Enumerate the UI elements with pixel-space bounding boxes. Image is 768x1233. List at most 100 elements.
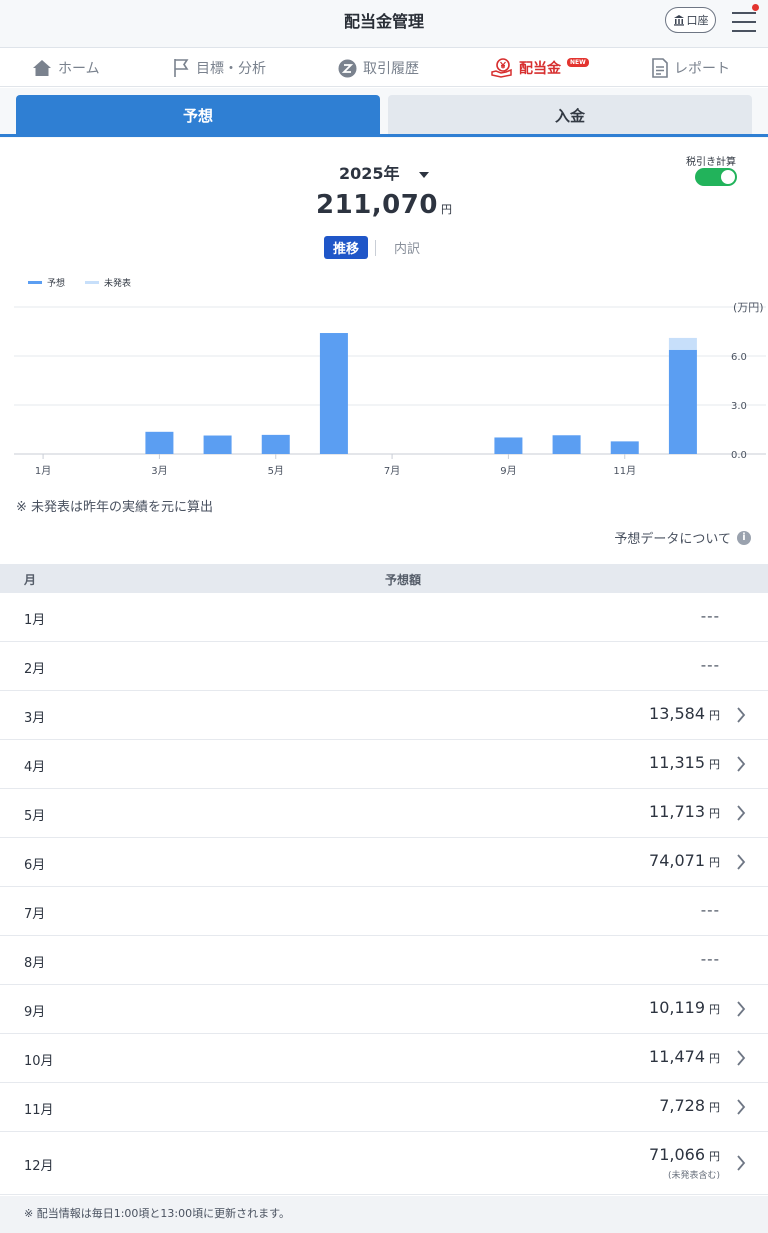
new-badge: NEW xyxy=(567,57,589,67)
view-toggle: 推移 内訳 xyxy=(324,236,420,259)
about-forecast-link[interactable]: 予想データについて i xyxy=(614,528,751,547)
history-icon xyxy=(338,59,357,77)
flag-icon xyxy=(174,59,189,77)
legend-label-unannounced: 未発表 xyxy=(104,279,132,289)
tabs-underline xyxy=(0,134,768,137)
row-amount-empty: --- xyxy=(700,607,720,625)
nav-item-home[interactable]: ホーム xyxy=(32,49,100,87)
row-amount: 10,119 円 xyxy=(649,998,720,1017)
row-amount-unit: 円 xyxy=(709,758,720,771)
nav-label-report: レポート xyxy=(674,61,730,77)
caret-down-icon xyxy=(419,171,430,178)
row-amount: 13,584 円 xyxy=(649,704,720,723)
row-amount-value: 13,584 xyxy=(649,704,705,723)
tab-deposit[interactable]: 入金 xyxy=(388,95,752,135)
row-month: 11月 xyxy=(24,1103,54,1118)
row-amount-unit: 円 xyxy=(709,1003,720,1016)
row-month: 3月 xyxy=(24,711,46,726)
forecast-table: 1月 --- 2月 --- 3月 13,584 円 4月 11,315 円 5月 11,713 円 6月 7… xyxy=(0,593,768,1195)
chevron-right-icon xyxy=(737,707,746,723)
nav-label-history: 取引履歴 xyxy=(363,61,419,77)
dividend-bar-chart: 0.0 3.0 6.0 (万円) 1月 3月 5月 7月 9月 11月 xyxy=(14,301,766,477)
nav-item-report[interactable]: レポート xyxy=(652,49,730,87)
row-amount-unit: 円 xyxy=(709,1150,720,1163)
row-amount-value: 7,728 xyxy=(659,1096,705,1115)
table-row: 8月 --- xyxy=(0,936,768,985)
row-amount-empty: --- xyxy=(700,950,720,968)
nav-item-history[interactable]: 取引履歴 xyxy=(338,49,419,87)
view-trend-button[interactable]: 推移 xyxy=(324,236,369,259)
nav-item-dividend[interactable]: 配当金 NEW xyxy=(491,49,589,87)
row-amount-value: 71,066 xyxy=(649,1145,705,1164)
table-row[interactable]: 4月 11,315 円 xyxy=(0,740,768,789)
table-row[interactable]: 3月 13,584 円 xyxy=(0,691,768,740)
x-tick-label: 5月 xyxy=(268,465,284,477)
table-row[interactable]: 12月 71,066 円 (未発表含む) xyxy=(0,1132,768,1195)
table-row: 2月 --- xyxy=(0,642,768,691)
chevron-right-icon xyxy=(737,1155,746,1171)
forecast-deposit-tabs: 予想 入金 xyxy=(0,88,768,138)
update-footer-note: ※ 配当情報は毎日1:00頃と13:00頃に更新されます。 xyxy=(0,1196,768,1233)
account-button[interactable]: 口座 xyxy=(665,7,716,33)
nav-item-goals[interactable]: 目標・分析 xyxy=(172,49,266,87)
y-tick-label: 6.0 xyxy=(731,352,747,363)
chevron-right-icon xyxy=(737,1001,746,1017)
row-month: 5月 xyxy=(24,809,46,824)
view-breakdown-button[interactable]: 内訳 xyxy=(394,238,420,257)
x-tick-label: 11月 xyxy=(613,465,636,477)
row-amount-unit: 円 xyxy=(709,709,720,722)
legend-label-forecast: 予想 xyxy=(47,279,66,289)
row-amount: 11,713 円 xyxy=(649,802,720,821)
column-header-month: 月 xyxy=(24,573,37,587)
row-month: 7月 xyxy=(24,907,46,922)
table-header: 月 予想額 xyxy=(0,564,768,593)
y-tick-label: 0.0 xyxy=(731,450,747,461)
row-amount: 7,728 円 xyxy=(659,1096,720,1115)
table-row[interactable]: 11月 7,728 円 xyxy=(0,1083,768,1132)
bar-forecast xyxy=(203,435,232,454)
table-row[interactable]: 10月 11,474 円 xyxy=(0,1034,768,1083)
row-amount: 11,474 円 xyxy=(649,1047,720,1066)
legend-swatch-forecast xyxy=(28,281,42,284)
chevron-right-icon xyxy=(737,1050,746,1066)
x-tick-label: 3月 xyxy=(151,465,167,477)
table-row[interactable]: 6月 74,071 円 xyxy=(0,838,768,887)
account-label: 口座 xyxy=(686,14,709,27)
row-amount-value: 74,071 xyxy=(649,851,705,870)
view-separator xyxy=(375,239,377,256)
row-month: 10月 xyxy=(24,1054,54,1069)
tab-forecast[interactable]: 予想 xyxy=(16,95,380,135)
x-tick-label: 7月 xyxy=(384,465,400,477)
chevron-right-icon xyxy=(737,854,746,870)
chart-legend: 予想 未発表 xyxy=(28,276,131,289)
page-title: 配当金管理 xyxy=(343,12,424,31)
table-row[interactable]: 9月 10,119 円 xyxy=(0,985,768,1034)
y-tick-label: 3.0 xyxy=(731,401,747,412)
table-row[interactable]: 5月 11,713 円 xyxy=(0,789,768,838)
nav-label-home: ホーム xyxy=(58,61,100,77)
bar-forecast xyxy=(319,333,348,454)
hamburger-menu-button[interactable] xyxy=(730,4,759,34)
app-header: 配当金管理 口座 xyxy=(0,0,768,48)
table-row: 7月 --- xyxy=(0,887,768,936)
row-amount-empty: --- xyxy=(700,901,720,919)
legend-item-unannounced: 未発表 xyxy=(85,276,131,289)
row-amount: 11,315 円 xyxy=(649,753,720,772)
x-tick-label: 9月 xyxy=(500,465,516,477)
row-amount-value: 10,119 xyxy=(649,998,705,1017)
year-selector[interactable]: 2025年 xyxy=(0,160,768,184)
nav-label-goals: 目標・分析 xyxy=(196,61,266,77)
row-month: 4月 xyxy=(24,760,46,775)
home-icon xyxy=(33,60,51,76)
notification-dot xyxy=(752,4,759,11)
chevron-right-icon xyxy=(737,756,746,772)
total-unit: 円 xyxy=(440,203,452,216)
tax-toggle[interactable] xyxy=(695,168,737,186)
row-amount-unit: 円 xyxy=(709,856,720,869)
table-row: 1月 --- xyxy=(0,593,768,642)
x-tick-label: 1月 xyxy=(35,465,51,477)
bar-forecast xyxy=(145,431,174,454)
row-amount-empty: --- xyxy=(700,656,720,674)
yen-hand-icon xyxy=(491,58,512,78)
row-month: 9月 xyxy=(24,1005,46,1020)
